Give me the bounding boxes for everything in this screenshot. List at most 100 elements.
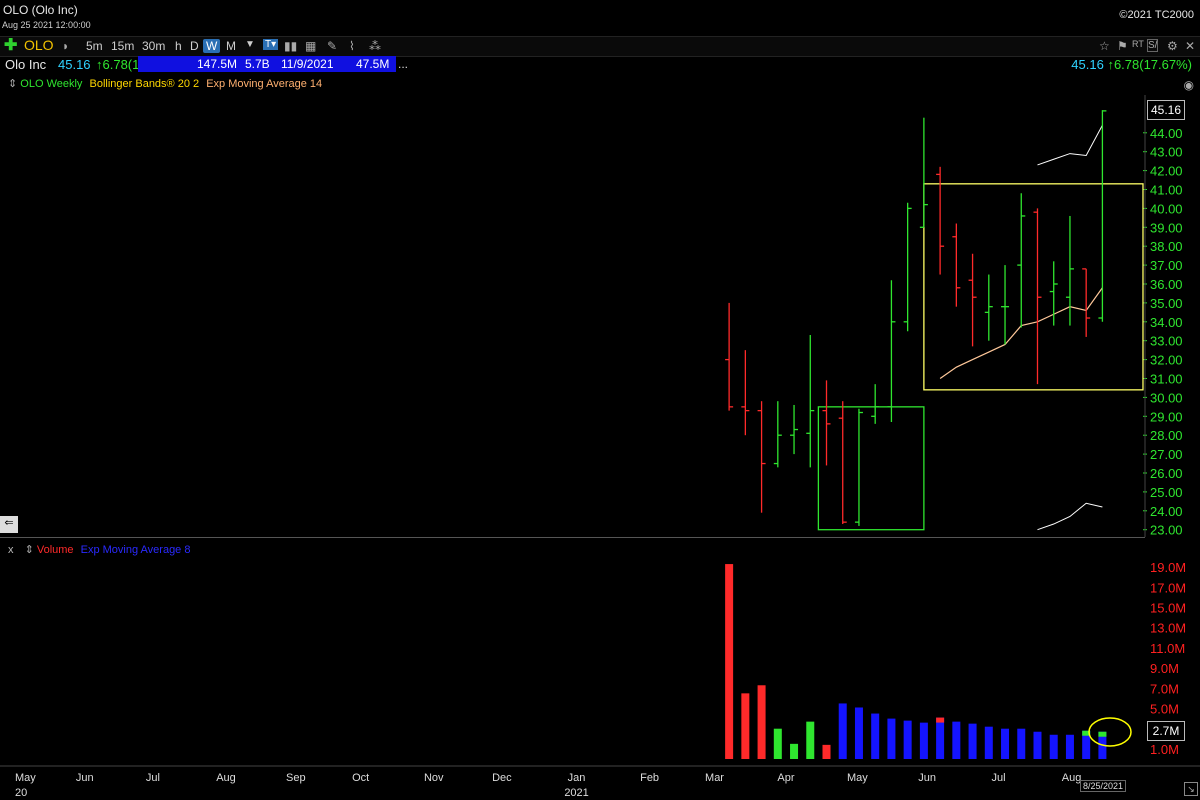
volume-bar (1065, 734, 1074, 759)
volume-bar (757, 685, 766, 759)
volume-bar (903, 720, 912, 759)
price-tick-label: 23.00 (1150, 523, 1183, 538)
volume-bar-cap (1098, 731, 1107, 737)
price-tick-label: 42.00 (1150, 164, 1183, 179)
volume-bar-body (773, 728, 782, 759)
month-label: Jul (146, 772, 160, 784)
ohlc-bar (952, 223, 961, 307)
year-label: 2021 (564, 787, 588, 799)
volume-bar (806, 721, 815, 759)
price-volume-chart: 44.00 43.00 42.00 41.00 40.00 39.00 38.00 37.00… (0, 95, 1200, 799)
ohlc-bar (1033, 208, 1042, 385)
volume-bar (871, 713, 880, 759)
ohlc-bar (741, 350, 750, 436)
month-label: May (847, 772, 868, 784)
month-label: Jun (918, 772, 936, 784)
volume-highlight-circle (1088, 717, 1132, 747)
volume-bar (887, 718, 896, 759)
volume-bar (725, 564, 734, 759)
volume-bar-body (903, 720, 912, 759)
ohlc-bar (1082, 268, 1091, 337)
scroll-right-icon[interactable]: ↘ (1184, 782, 1198, 796)
ohlc-bar (1098, 110, 1107, 322)
price-tick-label: 27.00 (1150, 447, 1183, 462)
price-tick-label: 30.00 (1150, 390, 1183, 405)
month-label: Nov (424, 772, 444, 784)
volume-bar (822, 744, 831, 759)
volume-bar-body (1065, 734, 1074, 759)
price-tick-label: 38.00 (1150, 239, 1183, 254)
ohlc-bar (1001, 265, 1010, 345)
ohlc-bar (871, 384, 880, 424)
bollinger-bands (1037, 125, 1103, 531)
volume-bar-body (757, 685, 766, 759)
annotation-boxes (817, 183, 1144, 531)
ohlc-bar (806, 335, 815, 468)
volume-tick-label: 5.0M (1150, 702, 1179, 717)
price-tick-label: 29.00 (1150, 409, 1183, 424)
price-tick-label: 35.00 (1150, 296, 1183, 311)
volume-tick-label: 7.0M (1150, 681, 1179, 696)
volume-bar-body (725, 564, 734, 759)
volume-bar (838, 703, 847, 759)
volume-bar (936, 717, 945, 759)
volume-bar (984, 726, 993, 759)
volume-bar-body (822, 744, 831, 759)
ohlc-bar (822, 380, 831, 466)
month-label: Sep (286, 772, 306, 784)
price-tick-label: 43.00 (1150, 145, 1183, 160)
month-label: Oct (352, 772, 369, 784)
volume-bar (919, 722, 928, 759)
volume-bar (1033, 731, 1042, 759)
volume-bar-body (1049, 734, 1058, 759)
volume-bar (1001, 728, 1010, 759)
price-tick-label: 33.00 (1150, 334, 1183, 349)
price-tick-label: 25.00 (1150, 485, 1183, 500)
ohlc-bar (1017, 193, 1026, 328)
cursor-date-box: 8/25/2021 (1080, 780, 1127, 792)
price-tick-label: 28.00 (1150, 428, 1183, 443)
ohlc-bar (968, 253, 977, 347)
month-label: Dec (492, 772, 512, 784)
ohlc-bar (984, 274, 993, 341)
volume-tick-label: 15.0M (1150, 601, 1186, 616)
volume-bar (1017, 728, 1026, 759)
ohlc-bar (790, 404, 799, 455)
volume-tick-label: 17.0M (1150, 580, 1186, 595)
volume-bar (854, 707, 863, 759)
price-tick-label: 37.00 (1150, 258, 1183, 273)
volume-bar (741, 693, 750, 759)
price-axis: 44.00 43.00 42.00 41.00 40.00 39.00 38.00 37.00… (1143, 95, 1183, 538)
ohlc-bar (936, 166, 945, 275)
green-range-box (817, 406, 925, 531)
ohlc-bar (838, 401, 847, 525)
ohlc-bar (887, 280, 896, 422)
price-tick-label: 44.00 (1150, 126, 1183, 141)
volume-bar (968, 723, 977, 759)
month-label: Mar (705, 772, 724, 784)
volume-bar-body (968, 723, 977, 759)
ohlc-bars (725, 110, 1107, 526)
last-price-box: 45.16 (1147, 100, 1185, 120)
volume-bar (1049, 734, 1058, 759)
volume-bar-body (741, 693, 750, 759)
volume-tick-label: 11.0M (1150, 641, 1185, 656)
ohlc-bar (919, 117, 928, 228)
month-label: Aug (1062, 772, 1082, 784)
month-label: Jan (568, 772, 586, 784)
price-tick-label: 34.00 (1150, 315, 1183, 330)
price-tick-label: 31.00 (1150, 372, 1183, 387)
volume-tick-label: 9.0M (1150, 661, 1179, 676)
price-tick-label: 39.00 (1150, 220, 1183, 235)
month-label: Jun (76, 772, 94, 784)
volume-bar-body (790, 743, 799, 759)
price-tick-label: 40.00 (1150, 201, 1183, 216)
last-volume-box: 2.7M (1147, 721, 1185, 741)
volume-bar (952, 721, 961, 759)
volume-bar (790, 743, 799, 759)
month-label: Jul (992, 772, 1006, 784)
year-label: 20 (15, 787, 27, 799)
volume-bar-body (1033, 731, 1042, 759)
price-tick-label: 24.00 (1150, 504, 1183, 519)
volume-tick-label: 13.0M (1150, 621, 1186, 636)
